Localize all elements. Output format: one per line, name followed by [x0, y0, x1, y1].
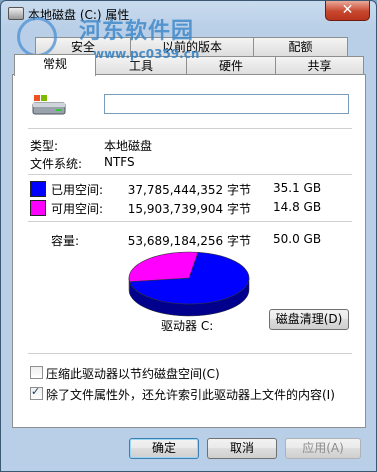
tab-general[interactable]: 常规	[14, 54, 96, 76]
hard-drive-icon	[32, 95, 66, 115]
tab-hardware[interactable]: 硬件	[186, 56, 276, 76]
divider	[28, 353, 352, 354]
index-label: 除了文件属性外，还允许索引此驱动器上文件的内容(I)	[46, 388, 335, 402]
filesystem-value: NTFS	[104, 155, 135, 169]
disk-cleanup-button[interactable]: 磁盘清理(D)	[269, 309, 349, 330]
apply-button[interactable]: 应用(A)	[285, 438, 361, 459]
free-space-swatch	[30, 200, 46, 216]
tab-previous-versions[interactable]: 以前的版本	[130, 37, 254, 57]
compress-checkbox[interactable]	[30, 366, 43, 379]
index-checkbox[interactable]	[30, 385, 43, 400]
drive-name-input[interactable]	[104, 94, 349, 114]
used-space-swatch	[30, 181, 46, 197]
divider	[28, 128, 352, 129]
filesystem-label: 文件系统:	[30, 157, 83, 171]
free-space-size: 14.8 GB	[273, 200, 322, 214]
free-space-bytes: 15,903,739,904 字节	[127, 202, 251, 216]
capacity-size: 50.0 GB	[273, 232, 322, 246]
free-space-label: 可用空间:	[51, 202, 104, 216]
divider	[28, 221, 352, 222]
cancel-button[interactable]: 取消	[207, 438, 277, 459]
close-button[interactable]: ✕	[325, 1, 370, 21]
disk-usage-pie-chart	[128, 251, 250, 317]
properties-window: 本地磁盘 (C:) 属性 ✕ 安全 以前的版本 配额 常规 工具 硬件 共享 河…	[0, 0, 377, 472]
type-value: 本地磁盘	[104, 139, 153, 153]
capacity-bytes: 53,689,184,256 字节	[127, 234, 251, 248]
general-panel: 类型: 本地磁盘 文件系统: NTFS 已用空间: 37,785,444,352…	[12, 74, 366, 428]
capacity-label: 容量:	[51, 234, 80, 248]
title-bar[interactable]: 本地磁盘 (C:) 属性 ✕	[1, 1, 376, 29]
used-space-size: 35.1 GB	[273, 181, 322, 195]
free-space-slice	[128, 251, 199, 282]
drive-label: 驱动器 C:	[161, 319, 214, 333]
used-space-bytes: 37,785,444,352 字节	[127, 183, 251, 197]
window-title: 本地磁盘 (C:) 属性	[28, 8, 130, 22]
drive-title-icon	[8, 7, 24, 20]
tab-quota[interactable]: 配额	[253, 37, 348, 57]
tab-sharing[interactable]: 共享	[275, 56, 364, 76]
compress-label: 压缩此驱动器以节约磁盘空间(C)	[46, 367, 220, 381]
ok-button[interactable]: 确定	[129, 438, 199, 459]
tab-tools[interactable]: 工具	[95, 56, 187, 76]
used-space-label: 已用空间:	[51, 183, 104, 197]
divider	[28, 174, 352, 175]
type-label: 类型:	[30, 139, 59, 153]
